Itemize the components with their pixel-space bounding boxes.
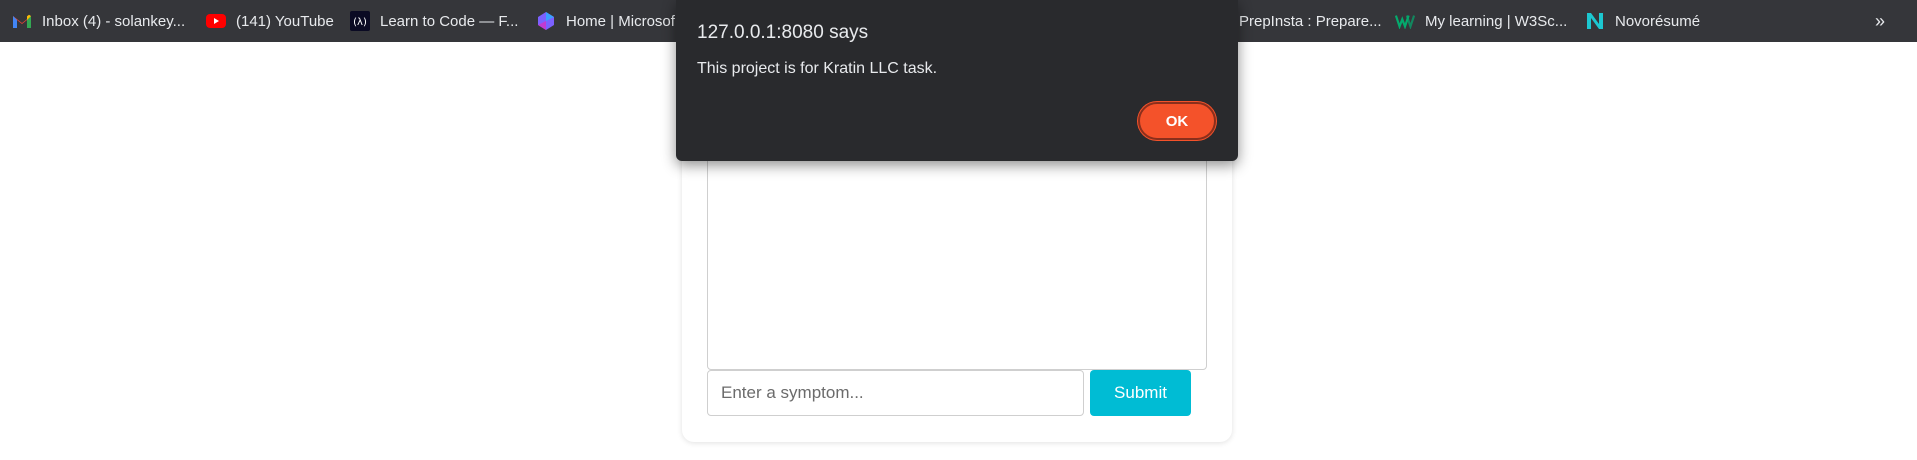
bookmark-label: Home | Microsof: [566, 12, 675, 30]
youtube-icon: [206, 11, 226, 31]
dialog-message: This project is for Kratin LLC task.: [697, 60, 938, 77]
novoresume-icon: [1585, 11, 1605, 31]
microsoft-icon: [536, 11, 556, 31]
bookmark-microsoft[interactable]: Home | Microsof: [536, 0, 675, 42]
dialog-title: 127.0.0.1:8080 says: [697, 22, 869, 43]
bookmark-youtube[interactable]: (141) YouTube: [206, 0, 334, 42]
w3schools-icon: [1395, 11, 1415, 31]
chevron-double-right-icon: »: [1874, 10, 1885, 31]
submit-button[interactable]: Submit: [1090, 370, 1191, 416]
bookmark-label: Inbox (4) - solankey...: [42, 12, 186, 30]
bookmark-prepinsta[interactable]: PrepInsta : Prepare...: [1239, 0, 1382, 42]
chat-card: Submit: [682, 120, 1232, 442]
ok-button[interactable]: OK: [1138, 102, 1216, 140]
bookmark-label: (141) YouTube: [236, 12, 334, 30]
alert-dialog: 127.0.0.1:8080 says This project is for …: [676, 0, 1238, 161]
more-bookmarks-button[interactable]: »: [1875, 0, 1885, 42]
gmail-icon: [12, 11, 32, 31]
bookmark-w3schools[interactable]: My learning | W3Sc...: [1395, 0, 1567, 42]
bookmark-freecodecamp[interactable]: (λ) Learn to Code — F...: [350, 0, 518, 42]
bookmark-label: Novorésumé: [1615, 12, 1701, 30]
symptom-input[interactable]: [707, 370, 1084, 416]
bookmark-label: PrepInsta : Prepare...: [1239, 12, 1382, 30]
svg-text:(λ): (λ): [353, 17, 367, 28]
chat-messages-area: [707, 140, 1207, 370]
bookmark-label: My learning | W3Sc...: [1425, 12, 1568, 30]
bookmark-label: Learn to Code — F...: [380, 12, 519, 30]
bookmark-novoresume[interactable]: Novorésumé: [1585, 0, 1700, 42]
bookmark-gmail[interactable]: Inbox (4) - solankey...: [12, 0, 185, 42]
freecodecamp-icon: (λ): [350, 11, 370, 31]
